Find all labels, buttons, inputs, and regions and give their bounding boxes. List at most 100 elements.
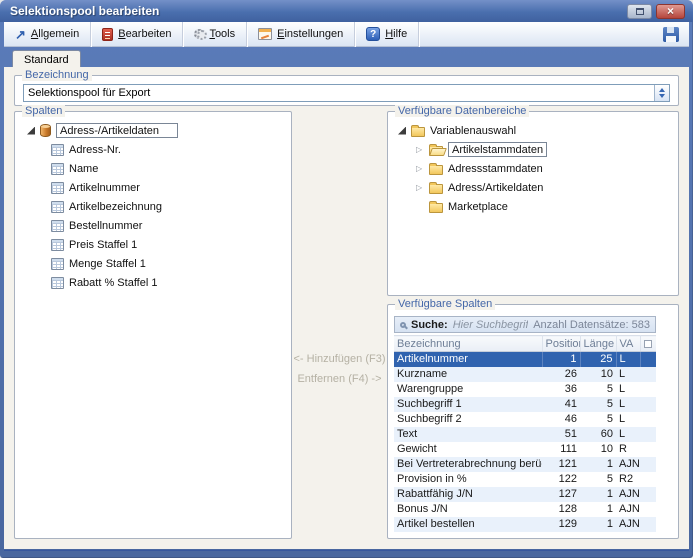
table-row-bei-vertreterabrechnung-berücksichtige[interactable]: Bei Vertreterabrechnung berücksichtige12… <box>394 457 656 472</box>
tree-node-adress-nr[interactable]: Adress-Nr. <box>15 140 291 159</box>
column-header-position[interactable]: Position <box>542 336 580 352</box>
cell-spacer <box>640 397 656 412</box>
tree-node-preis-staffel-1[interactable]: Preis Staffel 1 <box>15 235 291 254</box>
tree-node-variablenauswahl[interactable]: Variablenauswahl <box>388 121 678 140</box>
cell-position: 36 <box>542 382 580 397</box>
table-header-row[interactable]: BezeichnungPositionLängeVA <box>394 336 656 352</box>
tree-node-label: Adressstammdaten <box>448 163 543 175</box>
column-chooser-header[interactable] <box>640 336 656 352</box>
expander-closed-icon[interactable] <box>416 165 424 173</box>
cell-laenge: 5 <box>580 397 616 412</box>
search-bar[interactable]: Suche: Hier Suchbegriff einge Anzahl Dat… <box>394 316 656 333</box>
titlebar[interactable]: Selektionspool bearbeiten <box>0 0 693 22</box>
transfer-buttons: <- Hinzufügen (F3) Entfernen (F4) -> <box>292 349 387 389</box>
table-row-warengruppe[interactable]: Warengruppe365L <box>394 382 656 397</box>
tree-node-adressstammdaten[interactable]: Adressstammdaten <box>388 159 678 178</box>
column-chooser-icon[interactable] <box>644 340 652 348</box>
tree-node-rabatt-staffel-1[interactable]: Rabatt % Staffel 1 <box>15 273 291 292</box>
datenbereiche-tree: VariablenauswahlArtikelstammdaten Adresss… <box>388 112 678 216</box>
cell-bezeichnung: Text <box>394 427 542 442</box>
tree-node-label: Name <box>69 163 98 175</box>
bezeichnung-group-label: Bezeichnung <box>22 69 92 81</box>
table-row-text[interactable]: Text5160L <box>394 427 656 442</box>
expander-closed-icon[interactable] <box>416 184 424 192</box>
toolbar-item-tools[interactable]: Tools <box>183 22 247 47</box>
search-input[interactable]: Hier Suchbegriff einge <box>453 319 529 331</box>
tree-node-bestellnummer[interactable]: Bestellnummer <box>15 216 291 235</box>
cell-position: 128 <box>542 502 580 517</box>
toolbar-item-label: Einstellungen <box>277 28 343 40</box>
search-label: Suche: <box>411 319 448 331</box>
table-row-rabattfähig-j-n[interactable]: Rabattfähig J/N1271AJN <box>394 487 656 502</box>
cell-spacer <box>640 457 656 472</box>
toolbar-item-allgemein[interactable]: Allgemein <box>4 22 91 47</box>
table-row-kurzname[interactable]: Kurzname2610L <box>394 367 656 382</box>
bezeichnung-combobox[interactable]: Selektionspool für Export <box>23 84 670 102</box>
table-icon <box>51 182 64 194</box>
expander-closed-icon[interactable] <box>416 146 424 154</box>
cell-bezeichnung: Artikelnummer <box>394 352 542 367</box>
tab-standard[interactable]: Standard <box>12 50 81 68</box>
tree-node-artikelbezeichnung[interactable]: Artikelbezeichnung <box>15 197 291 216</box>
cell-va: R2 <box>616 472 640 487</box>
table-row-artikelnummer[interactable]: Artikelnummer125L <box>394 352 656 367</box>
table-row-artikel-bestellen[interactable]: Artikel bestellen1291AJN <box>394 517 656 532</box>
column-header-länge[interactable]: Länge <box>580 336 616 352</box>
column-header-bezeichnung[interactable]: Bezeichnung <box>394 336 542 352</box>
cell-va: L <box>616 352 640 367</box>
cell-position: 127 <box>542 487 580 502</box>
save-icon[interactable] <box>663 27 679 42</box>
toolbar-item-label: Tools <box>209 28 235 40</box>
bezeichnung-value: Selektionspool für Export <box>24 87 654 99</box>
table-row-suchbegriff-1[interactable]: Suchbegriff 1415L <box>394 397 656 412</box>
toolbar-item-einstellungen[interactable]: Einstellungen <box>247 22 355 47</box>
combo-spinner-button[interactable] <box>654 85 669 101</box>
tree-node-menge-staffel-1[interactable]: Menge Staffel 1 <box>15 254 291 273</box>
maximize-button[interactable] <box>627 4 652 19</box>
spalten-group: Spalten Adress-/ArtikeldatenAdress-Nr.Na… <box>14 111 292 539</box>
cell-va: L <box>616 412 640 427</box>
datenbereiche-group-label: Verfügbare Datenbereiche <box>395 105 529 117</box>
table-row-suchbegriff-2[interactable]: Suchbegriff 2465L <box>394 412 656 427</box>
window-title: Selektionspool bearbeiten <box>0 4 159 18</box>
cell-va: L <box>616 397 640 412</box>
expander-open-icon[interactable] <box>398 127 406 135</box>
cell-laenge: 1 <box>580 457 616 472</box>
tree-node-label: Preis Staffel 1 <box>69 239 137 251</box>
tree-node-artikelstammdaten[interactable]: Artikelstammdaten <box>388 140 678 159</box>
remove-button[interactable]: Entfernen (F4) -> <box>292 369 387 389</box>
column-header-va[interactable]: VA <box>616 336 640 352</box>
cell-position: 122 <box>542 472 580 487</box>
cell-va: AJN <box>616 517 640 532</box>
table-icon <box>51 239 64 251</box>
tree-node-marketplace[interactable]: Marketplace <box>388 197 678 216</box>
spalten-tree: Adress-/Artikeldaten Adress-Nr. Name Artike… <box>15 112 291 292</box>
table-icon <box>51 277 64 289</box>
cell-position: 121 <box>542 457 580 472</box>
table-row-bonus-j-n[interactable]: Bonus J/N1281AJN <box>394 502 656 517</box>
cell-va: AJN <box>616 502 640 517</box>
cell-spacer <box>640 502 656 517</box>
record-count: Anzahl Datensätze: 583 <box>533 319 650 331</box>
cell-bezeichnung: Provision in % <box>394 472 542 487</box>
close-button[interactable] <box>656 4 685 19</box>
database-icon <box>40 124 51 137</box>
tree-node-name[interactable]: Name <box>15 159 291 178</box>
tree-node-root[interactable]: Adress-/Artikeldaten <box>15 121 291 140</box>
table-row-gewicht[interactable]: Gewicht11110R <box>394 442 656 457</box>
table-icon <box>51 144 64 156</box>
spalten-group-label: Spalten <box>22 105 65 117</box>
add-button[interactable]: <- Hinzufügen (F3) <box>292 349 387 369</box>
table-row-provision-in[interactable]: Provision in %1225R2 <box>394 472 656 487</box>
toolbar-item-bearbeiten[interactable]: Bearbeiten <box>91 22 183 47</box>
expander-open-icon[interactable] <box>27 127 35 135</box>
cell-spacer <box>640 382 656 397</box>
cell-laenge: 25 <box>580 352 616 367</box>
tree-node-artikelnummer[interactable]: Artikelnummer <box>15 178 291 197</box>
tree-node-adress-artikeldaten[interactable]: Adress/Artikeldaten <box>388 178 678 197</box>
toolbar-item-hilfe[interactable]: Hilfe <box>355 22 419 47</box>
cell-position: 46 <box>542 412 580 427</box>
cell-laenge: 5 <box>580 472 616 487</box>
cell-position: 41 <box>542 397 580 412</box>
tree-node-label-edit[interactable]: Adress-/Artikeldaten <box>56 123 178 138</box>
